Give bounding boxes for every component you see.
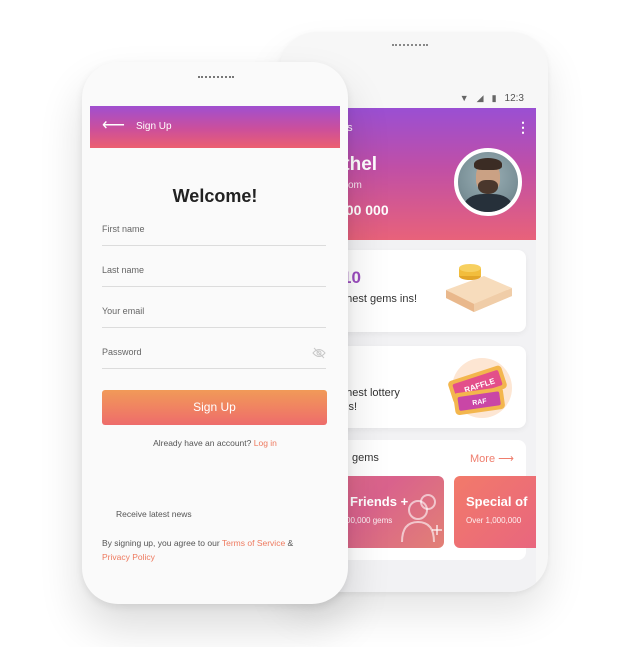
- signal-icon: ◢: [476, 92, 484, 103]
- header-title: Sign Up: [136, 121, 172, 132]
- privacy-link[interactable]: Privacy Policy: [102, 552, 155, 562]
- battery-icon: ▮: [491, 92, 497, 103]
- speaker-grille: [392, 44, 428, 47]
- login-prompt-text: Already have an account?: [153, 438, 252, 448]
- receive-news-label[interactable]: Receive latest news: [116, 509, 192, 519]
- last-name-field[interactable]: Last name: [102, 265, 326, 287]
- login-prompt: Already have an account? Log in: [82, 438, 348, 448]
- back-arrow-icon[interactable]: ⟵: [102, 118, 125, 134]
- avatar[interactable]: [454, 148, 522, 216]
- raffle-ticket-icon: RAFFLE RAF: [448, 358, 512, 418]
- signup-header: ⟵ Sign Up: [90, 106, 340, 148]
- tile-subtitle: Over 1,000,000: [466, 516, 522, 525]
- password-label: Password: [102, 347, 142, 357]
- tile-title: Special of: [466, 494, 528, 509]
- tile-subtitle: 00,000 gems: [346, 516, 393, 525]
- first-name-field[interactable]: First name: [102, 224, 326, 246]
- agree-amp: &: [285, 538, 294, 548]
- password-field[interactable]: Password: [102, 347, 326, 369]
- first-name-label: First name: [102, 224, 145, 234]
- eye-off-icon[interactable]: [312, 347, 326, 359]
- more-link[interactable]: More ⟶: [470, 452, 514, 465]
- terms-link[interactable]: Terms of Service: [222, 538, 285, 548]
- last-name-label: Last name: [102, 265, 145, 275]
- email-label: Your email: [102, 306, 145, 316]
- front-phone-mockup: ⟵ Sign Up Welcome! First name Last name …: [82, 62, 348, 604]
- login-link[interactable]: Log in: [254, 438, 277, 448]
- special-offer-tile[interactable]: Special of Over 1,000,000: [454, 476, 536, 548]
- email-field[interactable]: Your email: [102, 306, 326, 328]
- section-label: gems: [352, 452, 379, 464]
- agree-text: By signing up, you agree to our: [102, 538, 222, 548]
- welcome-heading: Welcome!: [172, 186, 258, 206]
- terms-notice: By signing up, you agree to our Terms of…: [102, 536, 332, 564]
- card-text: ghest lottery ins!: [340, 387, 400, 413]
- sign-up-button[interactable]: Sign Up: [102, 390, 327, 425]
- more-options-icon[interactable]: ⋮: [516, 120, 530, 134]
- speaker-grille: [198, 76, 234, 79]
- wifi-icon: ▼: [459, 93, 469, 103]
- users-icon: [401, 494, 442, 543]
- card-text: ghest gems ins!: [340, 293, 418, 305]
- coins-icon: [446, 264, 512, 312]
- status-time: 12:3: [504, 92, 524, 104]
